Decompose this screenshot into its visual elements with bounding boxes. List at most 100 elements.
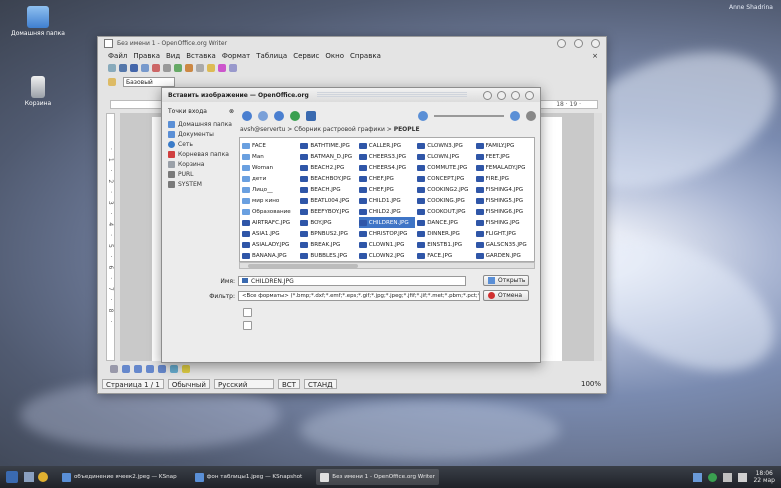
close-document-icon[interactable]: × — [592, 52, 598, 60]
show-desktop-icon[interactable] — [24, 472, 34, 482]
cut-icon[interactable] — [185, 64, 193, 72]
keyboard-tray-icon[interactable] — [723, 472, 733, 482]
zoom-level[interactable]: 100% — [581, 380, 601, 388]
file-item[interactable]: FISHING6.JPG — [475, 206, 532, 217]
status-select-mode[interactable]: СТАНД — [303, 378, 337, 389]
place-system[interactable]: SYSTEM — [168, 179, 234, 189]
file-item[interactable]: BEACH2.JPG — [300, 162, 356, 173]
menu-file[interactable]: Файл — [108, 52, 127, 60]
menu-window[interactable]: Окно — [325, 52, 344, 60]
network-tray-icon[interactable] — [693, 472, 703, 482]
zoom-in-icon[interactable] — [510, 111, 520, 121]
help-button[interactable] — [483, 90, 492, 100]
file-item[interactable]: BREAK.JPG — [300, 239, 356, 250]
redo-icon[interactable] — [229, 64, 237, 72]
maximize-button[interactable] — [574, 39, 583, 48]
file-item[interactable]: GARDEN.JPG — [475, 250, 532, 261]
rectangle-icon[interactable] — [134, 365, 142, 373]
file-item[interactable]: COOKING.JPG — [417, 195, 473, 206]
file-item[interactable]: FIRE.JPG — [475, 173, 532, 184]
vertical-scrollbar[interactable] — [594, 113, 602, 361]
home-icon[interactable] — [38, 472, 48, 482]
file-item[interactable]: FEET.JPG — [475, 151, 532, 162]
minimize-button[interactable] — [557, 39, 566, 48]
close-button[interactable] — [591, 39, 600, 48]
breadcrumb-folder[interactable]: Сборник растровой графики — [294, 126, 385, 133]
menu-format[interactable]: Формат — [222, 52, 250, 60]
file-item[interactable]: CHILDREN.JPG — [358, 217, 416, 228]
status-insert-mode[interactable]: ВСТ — [277, 378, 300, 389]
zoom-out-icon[interactable] — [418, 111, 428, 121]
file-item[interactable]: CLOWN1.JPG — [358, 239, 415, 250]
file-item[interactable]: CHEERS3.JPG — [358, 151, 415, 162]
file-item[interactable]: FISHING.JPG — [475, 217, 532, 228]
file-list-scrollbar[interactable] — [239, 262, 535, 269]
clock[interactable]: 18:06 22 мар — [753, 470, 775, 484]
file-item[interactable]: DANCE.JPG — [417, 217, 473, 228]
task-ksnapshot-2[interactable]: фон таблицы1.jpeg — KSnapshot — [191, 469, 307, 485]
dialog-titlebar[interactable]: Вставить изображение — OpenOffice.org — [162, 88, 540, 102]
file-item[interactable]: ASIALADY.JPG — [242, 239, 298, 250]
ellipse-icon[interactable] — [146, 365, 154, 373]
place-root[interactable]: Корневая папка — [168, 149, 234, 159]
file-item[interactable]: BATHTIME.JPG — [300, 140, 356, 151]
file-item[interactable]: CONCEPT.JPG — [417, 173, 473, 184]
place-network[interactable]: Сеть — [168, 139, 234, 149]
desktop-trash[interactable]: Корзина — [10, 76, 66, 107]
file-item[interactable]: COOKING2.JPG — [417, 184, 473, 195]
file-item[interactable]: CHEF.JPG — [358, 184, 415, 195]
file-item[interactable]: FISHING5.JPG — [475, 195, 532, 206]
close-button[interactable] — [525, 90, 534, 100]
file-item[interactable]: BUBBLES.JPG — [300, 250, 356, 261]
folder-item[interactable]: Образование — [242, 206, 298, 217]
scrollbar-thumb[interactable] — [248, 264, 358, 268]
place-documents[interactable]: Документы — [168, 129, 234, 139]
menu-help[interactable]: Справка — [350, 52, 381, 60]
select-icon[interactable] — [110, 365, 118, 373]
file-item[interactable]: FAMILY.JPG — [475, 140, 532, 151]
pdf-icon[interactable] — [152, 64, 160, 72]
file-item[interactable]: AIRTRAFC.JPG — [242, 217, 298, 228]
save-icon[interactable] — [130, 64, 138, 72]
filter-select[interactable]: <Все форматы> (*.bmp;*.dxf;*.emf;*.eps;*… — [238, 291, 480, 301]
file-item[interactable]: FISHING4.JPG — [475, 184, 532, 195]
kde-menu-icon[interactable] — [6, 471, 18, 483]
file-item[interactable]: ASIA1.JPG — [242, 228, 298, 239]
new-folder-icon[interactable] — [306, 111, 316, 121]
open-icon[interactable] — [119, 64, 127, 72]
open-button[interactable]: Открыть — [483, 275, 529, 286]
file-item[interactable]: COMMUTE.JPG — [417, 162, 473, 173]
paragraph-style-select[interactable]: Базовый — [123, 77, 175, 87]
folder-item[interactable]: мир кино — [242, 195, 298, 206]
folder-item[interactable]: дети — [242, 173, 298, 184]
copy-icon[interactable] — [196, 64, 204, 72]
file-item[interactable]: BATMAN_D.JPG — [300, 151, 356, 162]
paste-icon[interactable] — [207, 64, 215, 72]
writer-titlebar[interactable]: Без имени 1 - OpenOffice.org Writer — [98, 37, 606, 50]
task-writer[interactable]: Без имени 1 - OpenOffice.org Writer — [316, 469, 439, 485]
new-icon[interactable] — [108, 64, 116, 72]
place-trash[interactable]: Корзина — [168, 159, 234, 169]
maximize-button[interactable] — [511, 90, 520, 100]
line-icon[interactable] — [122, 365, 130, 373]
place-purl[interactable]: PURL — [168, 169, 234, 179]
volume-tray-icon[interactable] — [738, 472, 748, 482]
file-item[interactable]: CLOWN.JPG — [417, 151, 473, 162]
menu-view[interactable]: Вид — [166, 52, 180, 60]
file-item[interactable]: CHEF.JPG — [358, 173, 415, 184]
folder-item[interactable]: FACE — [242, 140, 298, 151]
file-item[interactable]: FEMALADY.JPG — [475, 162, 532, 173]
file-item[interactable]: CHILD1.JPG — [358, 195, 415, 206]
breadcrumb-root[interactable]: avsh@servertu — [240, 126, 285, 133]
settings-icon[interactable] — [526, 111, 536, 121]
menu-insert[interactable]: Вставка — [186, 52, 216, 60]
file-item[interactable]: BANANA.JPG — [242, 250, 298, 261]
option-checkbox[interactable] — [243, 321, 252, 330]
close-places-icon[interactable]: ⊗ — [229, 108, 234, 115]
file-item[interactable]: CALLER.JPG — [358, 140, 415, 151]
file-item[interactable]: DINNER.JPG — [417, 228, 473, 239]
file-item[interactable]: FLIGHT.JPG — [475, 228, 532, 239]
folder-item[interactable]: Man — [242, 151, 298, 162]
minimize-button[interactable] — [497, 90, 506, 100]
breadcrumb-current[interactable]: PEOPLE — [394, 126, 420, 133]
